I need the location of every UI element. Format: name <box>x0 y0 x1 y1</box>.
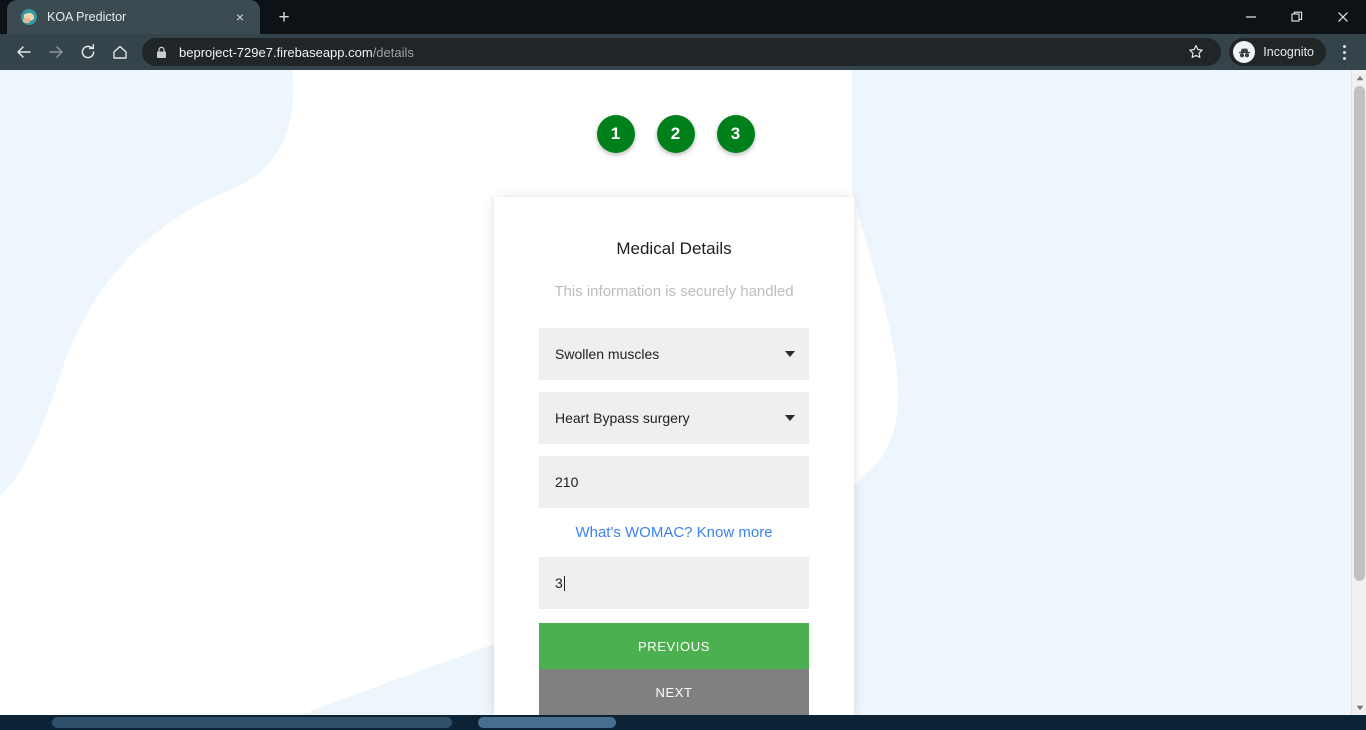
url-path: /details <box>372 44 414 60</box>
url-host: beproject-729e7.firebaseapp.com <box>179 44 373 60</box>
womac-input-value: 3 <box>555 575 563 591</box>
kebab-dot <box>1342 56 1346 60</box>
window-controls <box>1228 0 1366 34</box>
browser-tab[interactable]: KOA Predictor × <box>7 0 260 34</box>
weight-input[interactable]: 210 <box>539 456 809 508</box>
tab-title: KOA Predictor <box>47 10 127 24</box>
browser-window: KOA Predictor × + beproject-729e7.fireba… <box>0 0 1366 730</box>
horizontal-scroll-thumb-highlight[interactable] <box>478 717 616 728</box>
kebab-menu-icon[interactable] <box>1330 36 1358 68</box>
page-canvas: 1 2 3 Medical Details This information i… <box>0 70 1351 715</box>
surgery-select[interactable]: Heart Bypass surgery <box>539 392 809 444</box>
reload-icon[interactable] <box>72 36 104 68</box>
forward-arrow-icon[interactable] <box>40 36 72 68</box>
scroll-down-icon[interactable] <box>1352 700 1366 715</box>
lock-icon <box>156 46 167 59</box>
page-viewport: 1 2 3 Medical Details This information i… <box>0 70 1366 730</box>
close-tab-icon[interactable]: × <box>230 7 250 27</box>
new-tab-button[interactable]: + <box>270 3 298 31</box>
surgery-select-value: Heart Bypass surgery <box>555 410 690 426</box>
womac-input[interactable]: 3 <box>539 557 809 609</box>
page-title: Medical Details <box>616 239 732 258</box>
step-2[interactable]: 2 <box>656 115 695 153</box>
url-text: beproject-729e7.firebaseapp.com/details <box>179 45 414 60</box>
kebab-dot <box>1342 50 1346 54</box>
previous-button[interactable]: PREVIOUS <box>539 623 809 669</box>
back-arrow-icon[interactable] <box>8 36 40 68</box>
text-cursor <box>563 575 565 591</box>
tab-strip: KOA Predictor × + <box>0 0 1366 34</box>
incognito-label: Incognito <box>1263 45 1314 59</box>
chevron-down-icon <box>785 415 795 421</box>
symptom-select[interactable]: Swollen muscles <box>539 328 809 380</box>
card-subtitle: This information is securely handled <box>554 283 794 300</box>
vertical-scrollbar[interactable] <box>1351 70 1366 715</box>
step-1[interactable]: 1 <box>596 115 635 153</box>
horizontal-scroll-thumb[interactable] <box>52 717 452 728</box>
next-button[interactable]: NEXT <box>539 669 809 715</box>
scroll-up-icon[interactable] <box>1352 70 1366 85</box>
horizontal-scrollbar[interactable] <box>0 715 1366 730</box>
address-bar[interactable]: beproject-729e7.firebaseapp.com/details <box>142 37 1222 67</box>
symptom-select-value: Swollen muscles <box>555 346 660 362</box>
star-icon[interactable] <box>1181 37 1211 67</box>
step-indicator: 1 2 3 <box>0 115 1351 153</box>
incognito-indicator[interactable]: Incognito <box>1229 38 1326 66</box>
weight-input-value: 210 <box>555 474 579 490</box>
incognito-icon <box>1233 41 1256 63</box>
kebab-dot <box>1342 44 1346 48</box>
chevron-down-icon <box>785 351 795 357</box>
step-3[interactable]: 3 <box>716 115 755 153</box>
medical-details-card: Medical Details This information is secu… <box>494 197 854 715</box>
minimize-icon[interactable] <box>1228 0 1274 34</box>
koa-favicon <box>21 9 37 25</box>
restore-icon[interactable] <box>1274 0 1320 34</box>
home-icon[interactable] <box>104 36 136 68</box>
close-icon[interactable] <box>1320 0 1366 34</box>
womac-info-link[interactable]: What's WOMAC? Know more <box>539 524 809 541</box>
vertical-scroll-thumb[interactable] <box>1354 86 1365 581</box>
browser-toolbar: beproject-729e7.firebaseapp.com/details … <box>0 34 1366 70</box>
